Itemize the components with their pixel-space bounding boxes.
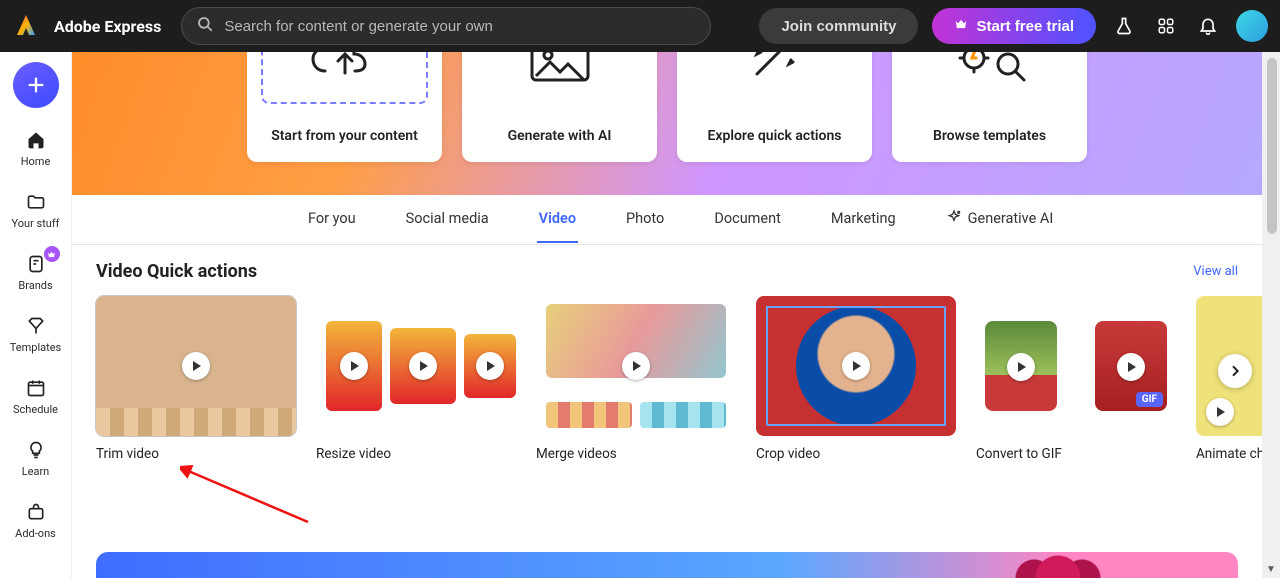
sparkle-icon — [946, 209, 962, 229]
sidebar-item-addons[interactable]: Add-ons — [0, 492, 72, 548]
new-button[interactable] — [13, 62, 59, 108]
tab-generative-ai[interactable]: Generative AI — [944, 195, 1056, 245]
tab-document[interactable]: Document — [712, 196, 783, 243]
card-trim-video[interactable]: Trim video — [96, 296, 296, 462]
sidebar-item-templates[interactable]: Templates — [0, 306, 72, 362]
hero-banner: Start from your content Generate with AI… — [72, 52, 1262, 195]
sidebar-label: Templates — [10, 341, 61, 354]
templates-icon — [24, 314, 48, 338]
category-tabs: For you Social media Video Photo Documen… — [72, 195, 1262, 245]
sidebar-label: Add-ons — [15, 527, 56, 540]
tab-for-you[interactable]: For you — [306, 196, 358, 243]
sidebar-item-schedule[interactable]: Schedule — [0, 368, 72, 424]
card-label: Resize video — [316, 446, 516, 462]
user-avatar[interactable] — [1236, 10, 1268, 42]
main-content: Start from your content Generate with AI… — [72, 52, 1262, 578]
card-label: Merge videos — [536, 446, 736, 462]
search-field[interactable] — [181, 7, 711, 45]
crown-icon — [954, 17, 968, 35]
card-label: Trim video — [96, 446, 296, 462]
view-all-link[interactable]: View all — [1193, 264, 1238, 279]
sidebar-label: Learn — [22, 465, 50, 478]
gif-badge: GIF — [1136, 392, 1163, 407]
calendar-icon — [24, 376, 48, 400]
beaker-icon[interactable] — [1110, 12, 1138, 40]
play-icon — [409, 352, 437, 380]
scroll-down-icon[interactable]: ▼ — [1262, 560, 1280, 578]
sidebar-item-your-stuff[interactable]: Your stuff — [0, 182, 72, 238]
trial-label: Start free trial — [976, 18, 1074, 35]
tab-marketing[interactable]: Marketing — [829, 196, 898, 243]
card-resize-video[interactable]: Resize video — [316, 296, 516, 462]
hero-card-start-from-content[interactable]: Start from your content — [247, 52, 442, 162]
promo-banner[interactable] — [96, 552, 1238, 578]
card-merge-videos[interactable]: Merge videos — [536, 296, 736, 462]
sidebar-item-brands[interactable]: Brands — [0, 244, 72, 300]
card-label: Animate characte — [1196, 446, 1262, 462]
folder-icon — [24, 190, 48, 214]
brand-name: Adobe Express — [54, 17, 161, 36]
top-bar: Adobe Express Join community Start free … — [0, 0, 1280, 52]
search-input[interactable] — [224, 18, 696, 35]
magic-wand-icon — [691, 52, 858, 104]
card-crop-video[interactable]: Crop video — [756, 296, 956, 462]
browse-templates-icon — [906, 52, 1073, 104]
quick-actions-row: Trim video Resize video Merge videos — [96, 296, 1238, 462]
video-quick-actions-section: Video Quick actions View all Trim video … — [72, 245, 1262, 474]
home-icon — [24, 128, 48, 152]
hero-card-browse-templates[interactable]: Browse templates — [892, 52, 1087, 162]
image-ai-icon — [476, 52, 643, 104]
play-icon — [476, 352, 504, 380]
join-community-button[interactable]: Join community — [759, 8, 918, 44]
card-thumbnail — [536, 296, 736, 436]
sidebar-label: Home — [21, 155, 51, 168]
play-icon — [842, 352, 870, 380]
premium-badge-icon — [44, 246, 60, 262]
left-sidebar: Home Your stuff Brands Templates Schedul… — [0, 52, 72, 578]
upload-icon — [261, 52, 428, 104]
sidebar-item-learn[interactable]: Learn — [0, 430, 72, 486]
sidebar-item-home[interactable]: Home — [0, 120, 72, 176]
card-label: Crop video — [756, 446, 956, 462]
sidebar-label: Brands — [18, 279, 52, 292]
carousel-next-button[interactable] — [1218, 354, 1252, 388]
vertical-scrollbar[interactable]: ▲ ▼ — [1262, 0, 1280, 578]
card-thumbnail — [316, 296, 516, 436]
card-thumbnail: GIF — [976, 296, 1176, 436]
addon-icon — [24, 500, 48, 524]
card-convert-gif[interactable]: GIF Convert to GIF — [976, 296, 1176, 462]
play-icon — [340, 352, 368, 380]
card-thumbnail — [96, 296, 296, 436]
tab-photo[interactable]: Photo — [624, 196, 666, 243]
arrow-right-icon — [1065, 353, 1087, 379]
hero-card-label: Explore quick actions — [708, 128, 842, 144]
start-free-trial-button[interactable]: Start free trial — [932, 8, 1096, 44]
play-icon — [622, 352, 650, 380]
tab-video[interactable]: Video — [537, 196, 578, 243]
sidebar-label: Your stuff — [11, 217, 59, 230]
hero-card-label: Browse templates — [933, 128, 1046, 144]
adobe-express-logo-icon[interactable] — [12, 12, 40, 40]
hero-card-quick-actions[interactable]: Explore quick actions — [677, 52, 872, 162]
tab-social-media[interactable]: Social media — [404, 196, 491, 243]
hero-card-label: Generate with AI — [508, 128, 612, 144]
hero-card-label: Start from your content — [271, 128, 418, 144]
play-icon — [182, 352, 210, 380]
section-title: Video Quick actions — [96, 261, 257, 282]
sidebar-label: Schedule — [13, 403, 58, 416]
bell-icon[interactable] — [1194, 12, 1222, 40]
apps-grid-icon[interactable] — [1152, 12, 1180, 40]
scroll-thumb[interactable] — [1267, 58, 1277, 234]
hero-card-generate-ai[interactable]: Generate with AI — [462, 52, 657, 162]
card-thumbnail — [756, 296, 956, 436]
banner-decoration — [998, 548, 1118, 578]
search-icon — [196, 15, 214, 37]
card-label: Convert to GIF — [976, 446, 1176, 462]
lightbulb-icon — [24, 438, 48, 462]
play-icon — [1206, 398, 1234, 426]
